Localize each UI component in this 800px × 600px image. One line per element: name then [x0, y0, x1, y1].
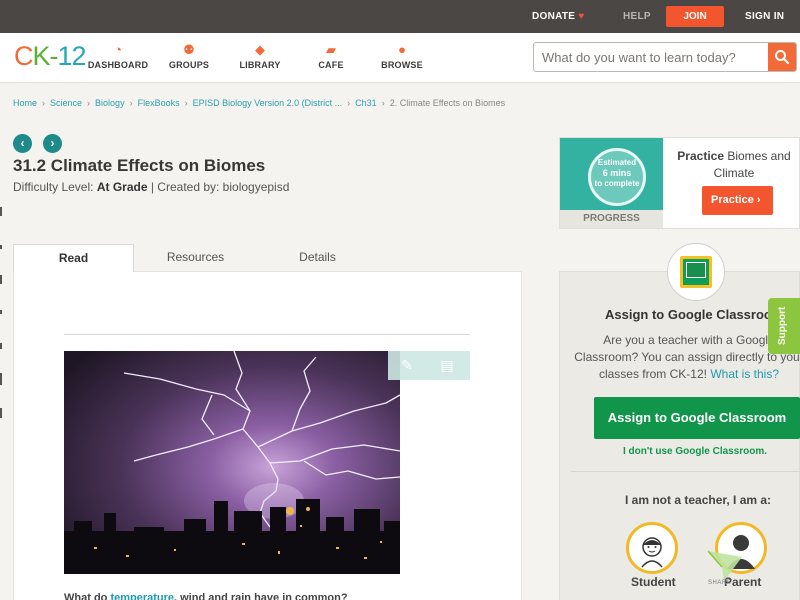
- temperature-link[interactable]: temperature: [110, 592, 174, 600]
- difficulty-value: At Grade: [96, 180, 148, 194]
- panel-divider: [571, 471, 800, 472]
- estimate-label: Estimated 6 mins to complete: [594, 158, 640, 188]
- pencil-icon[interactable]: ✎: [397, 356, 417, 375]
- student-label: Student: [631, 575, 676, 589]
- content-divider: [64, 334, 470, 335]
- tab-resources[interactable]: Resources: [135, 244, 256, 272]
- not-teacher-label: I am not a teacher, I am a:: [625, 493, 772, 507]
- share-label: SHARE: [708, 580, 732, 586]
- google-classroom-icon: [680, 256, 712, 288]
- breadcrumb-book[interactable]: EPISD Biology Version 2.0 (District ...: [193, 98, 343, 108]
- progress-label: PROGRESS: [560, 210, 663, 228]
- support-tab[interactable]: Support: [768, 298, 800, 354]
- join-button[interactable]: JOIN: [666, 6, 724, 27]
- nav-groups[interactable]: ⚉ GROUPS: [154, 41, 224, 70]
- nav-browse[interactable]: ● BROWSE: [367, 41, 437, 70]
- breadcrumb-biology[interactable]: Biology: [95, 98, 125, 108]
- practice-thumbnail[interactable]: Estimated 6 mins to complete PROGRESS: [560, 138, 663, 228]
- ck12-logo[interactable]: CK-12: [14, 41, 87, 72]
- sign-in-link[interactable]: SIGN IN: [745, 11, 784, 22]
- breadcrumb-science[interactable]: Science: [50, 98, 82, 108]
- chevron-left-icon: ‹: [20, 136, 25, 150]
- edge-fragment: [0, 207, 2, 216]
- what-is-this-link[interactable]: What is this?: [710, 367, 779, 381]
- donate-link[interactable]: DONATE ♥: [532, 11, 585, 22]
- breadcrumb-current: 2. Climate Effects on Biomes: [389, 98, 506, 108]
- edge-fragment: [0, 275, 2, 284]
- content-tools: ✎ ▤: [388, 351, 470, 380]
- chat-icon: ▰: [326, 42, 336, 57]
- practice-title: Practice Biomes and Climate: [677, 149, 791, 180]
- practice-card: Estimated 6 mins to complete PROGRESS Pr…: [559, 137, 800, 229]
- lightning-photo: [64, 351, 400, 574]
- student-icon: [641, 537, 663, 568]
- breadcrumb-home[interactable]: Home: [13, 98, 37, 108]
- intro-question: What do temperature, wind and rain have …: [64, 592, 348, 600]
- edge-fragment: [0, 245, 2, 249]
- google-classroom-description: Are you a teacher with a Google Classroo…: [574, 333, 800, 381]
- tab-details[interactable]: Details: [257, 244, 378, 272]
- tab-read[interactable]: Read: [13, 244, 134, 272]
- edge-fragment: [0, 373, 2, 385]
- search-input[interactable]: [534, 43, 770, 71]
- people-icon: ⚉: [183, 42, 195, 57]
- heart-icon: ♥: [578, 11, 585, 22]
- nav-cafe[interactable]: ▰ CAFE: [296, 41, 366, 70]
- assign-google-classroom-button[interactable]: Assign to Google Classroom: [594, 397, 800, 439]
- edge-fragment: [0, 343, 2, 349]
- breadcrumb-flexbooks[interactable]: FlexBooks: [138, 98, 180, 108]
- next-section-button[interactable]: ›: [43, 134, 62, 153]
- created-by: | Created by: biologyepisd: [150, 180, 290, 194]
- previous-section-button[interactable]: ‹: [13, 134, 32, 153]
- page-title: 31.2 Climate Effects on Biomes: [13, 156, 266, 175]
- google-classroom-title: Assign to Google Classroom: [605, 307, 784, 322]
- notes-icon[interactable]: ▤: [437, 356, 457, 375]
- lightbulb-icon: ●: [398, 42, 406, 57]
- nav-dashboard[interactable]: ◔ DASHBOARD: [83, 41, 153, 70]
- top-bar: DONATE ♥ HELP JOIN SIGN IN: [0, 0, 800, 33]
- edge-fragment: [0, 408, 2, 418]
- breadcrumb: Home › Science › Biology › FlexBooks › EPISD Bio…: [13, 98, 506, 108]
- share-icon[interactable]: [704, 545, 744, 585]
- main-header: CK-12 ◔ DASHBOARD ⚉ GROUPS ◆ LIBRARY ▰ C…: [0, 33, 800, 83]
- help-link[interactable]: HELP: [623, 11, 651, 22]
- chevron-right-icon: ›: [756, 194, 761, 206]
- practice-button[interactable]: Practice ›: [702, 186, 773, 215]
- search-box: [533, 42, 797, 72]
- book-icon: ◆: [255, 42, 265, 57]
- gauge-icon: ◔: [114, 42, 122, 57]
- nav-library[interactable]: ◆ LIBRARY: [225, 41, 295, 70]
- dont-use-google-classroom-link[interactable]: I don't use Google Classroom.: [623, 446, 767, 457]
- chevron-right-icon: ›: [50, 136, 55, 150]
- edge-fragment: [0, 310, 2, 314]
- student-role-button[interactable]: [626, 522, 678, 574]
- search-button[interactable]: [768, 43, 796, 71]
- breadcrumb-chapter[interactable]: Ch31: [355, 98, 377, 108]
- article-meta: Difficulty Level: At Grade | Created by:…: [13, 180, 290, 194]
- search-icon: [775, 50, 790, 65]
